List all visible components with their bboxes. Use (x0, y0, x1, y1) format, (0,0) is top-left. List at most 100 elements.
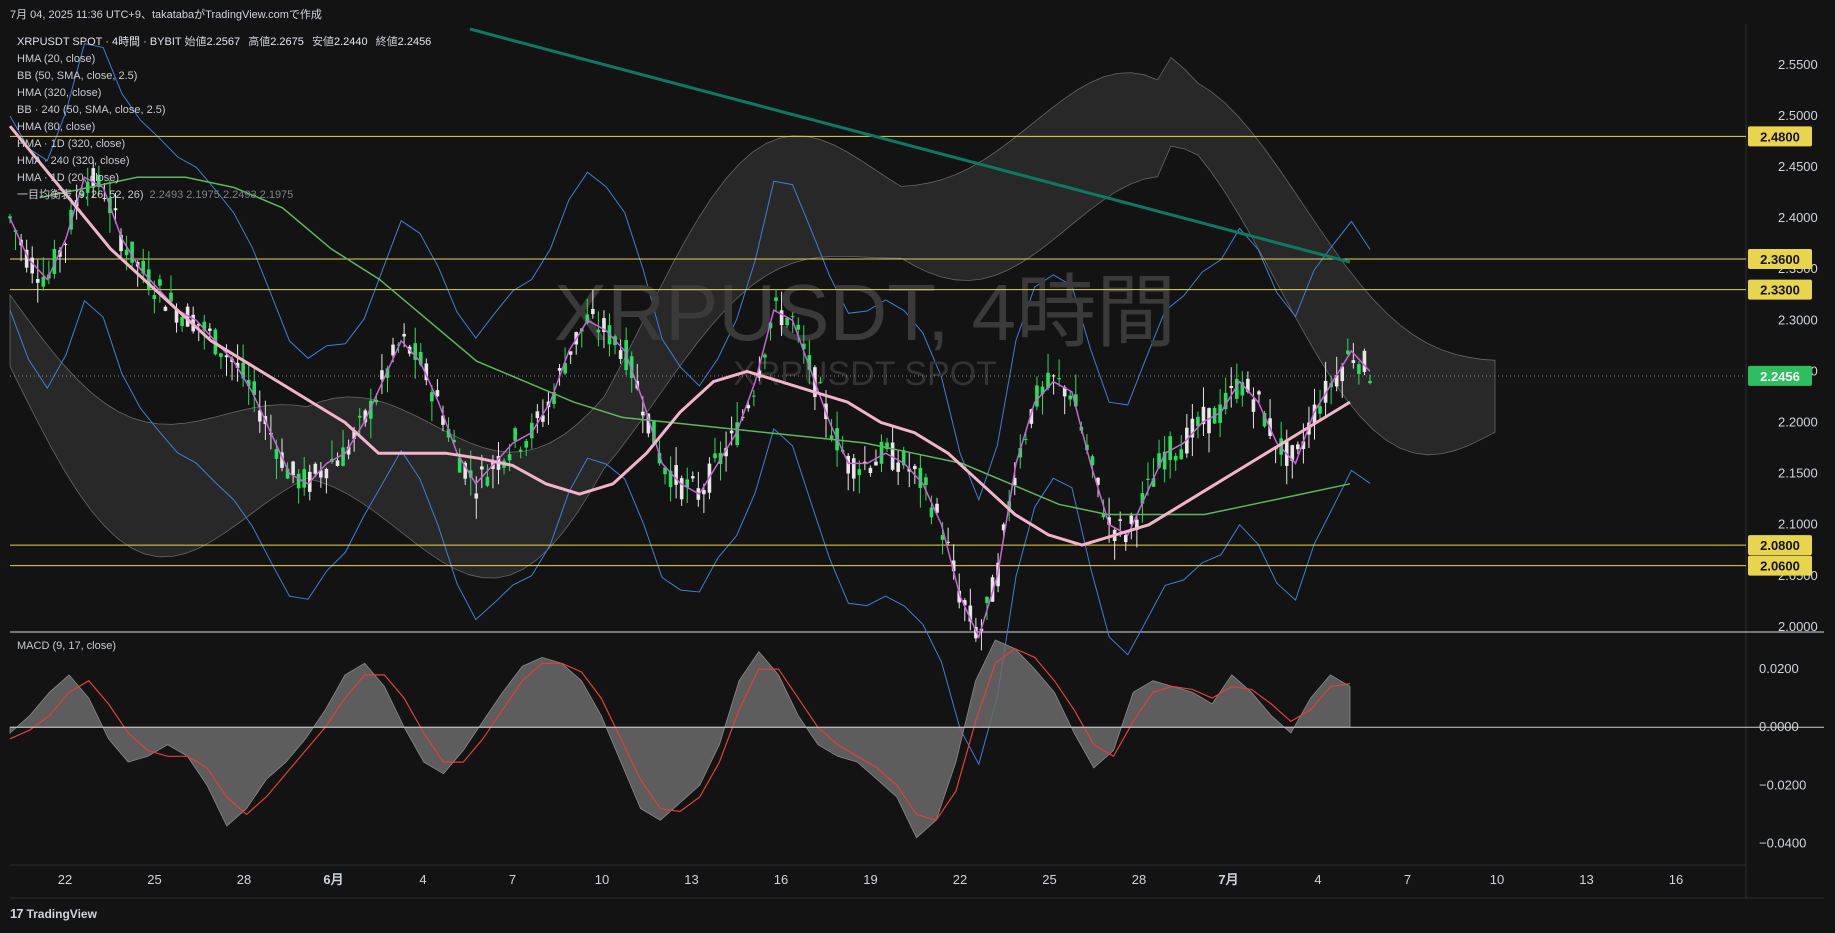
candle-body (702, 489, 706, 495)
candle-body (41, 276, 46, 287)
legend-symbol[interactable]: XRPUSDT SPOT · 4時間 · BYBIT (17, 36, 181, 48)
time-tick-label: 28 (237, 872, 251, 887)
legend-ichimoku-values: 2.2493 2.1975 2.2493 2.1975 (149, 189, 294, 201)
watermark-main: XRPUSDT, 4時間 (554, 268, 1176, 357)
candle-body (374, 399, 379, 403)
legend-indicator-bb240[interactable]: BB · 240 (50, SMA, close, 2.5) (17, 102, 436, 119)
candle-body (557, 368, 562, 371)
level-price-tag-label: 2.3600 (1760, 252, 1800, 267)
watermark-sub: XRPUSDT SPOT (733, 355, 997, 393)
level-price-tag-label: 2.3300 (1760, 283, 1800, 298)
time-tick-label: 22 (58, 872, 72, 887)
time-tick-label: 10 (595, 872, 609, 887)
price-tick-label: 2.3000 (1778, 312, 1818, 327)
candle-body (752, 395, 756, 397)
candle-body (274, 449, 279, 459)
candle-body (357, 415, 362, 418)
candle-body (729, 430, 734, 434)
chart-caption: 7月 04, 2025 11:36 UTC+9、takatabaがTrading… (10, 9, 322, 21)
candle-body (785, 317, 789, 326)
candle-body (296, 473, 301, 489)
time-tick-label: 7月 (1218, 872, 1238, 887)
tradingview-brand: TradingView (26, 906, 97, 921)
price-tick-label: 2.1000 (1778, 517, 1818, 532)
candle-body (518, 449, 523, 452)
candle-body (113, 208, 118, 211)
level-price-tag-label: 2.4800 (1760, 129, 1800, 144)
time-tick-label: 4 (419, 872, 426, 887)
macd-legend[interactable]: MACD (9, 17, close) (17, 640, 116, 652)
legend-indicator-hma80[interactable]: HMA (80, close) (17, 119, 436, 136)
tradingview-footer[interactable]: 17 TradingView (10, 906, 97, 921)
candle-body (480, 466, 484, 470)
time-tick-label: 6月 (323, 872, 343, 887)
price-tick-label: 2.1500 (1778, 466, 1818, 481)
candle-body (1051, 375, 1056, 377)
candle-body (1368, 380, 1372, 384)
candle-body (1068, 395, 1073, 400)
time-tick-label: 7 (1404, 872, 1411, 887)
time-tick-label: 16 (1669, 872, 1683, 887)
candle-body (857, 469, 862, 476)
candle-body (790, 316, 795, 318)
time-tick-label: 10 (1490, 872, 1504, 887)
candle-body (1318, 406, 1322, 414)
legend-symbol-row[interactable]: XRPUSDT SPOT · 4時間 · BYBIT 始値2.2567 高値2.… (17, 34, 436, 51)
time-tick-label: 25 (1042, 872, 1056, 887)
candle-body (596, 329, 601, 333)
candle-body (391, 344, 395, 356)
indicator-legend[interactable]: XRPUSDT SPOT · 4時間 · BYBIT 始値2.2567 高値2.… (17, 34, 436, 204)
time-tick-label: 13 (684, 872, 698, 887)
candle-body (30, 257, 35, 274)
legend-ichimoku-row[interactable]: 一目均衡表 (9, 26, 52, 26) 2.2493 2.1975 2.249… (17, 187, 436, 204)
candle-body (380, 370, 384, 380)
price-tick-label: 2.5500 (1778, 57, 1818, 72)
candle-body (1296, 444, 1300, 450)
candle-body (851, 458, 856, 479)
candle-body (1351, 360, 1356, 363)
candle-body (1146, 478, 1150, 480)
price-tick-label: 2.2000 (1778, 415, 1818, 430)
candle-body (1168, 436, 1172, 460)
price-tick-label: 2.4000 (1778, 210, 1818, 225)
candle-body (341, 447, 345, 466)
price-tick-label: 2.0000 (1778, 619, 1818, 634)
ohlc-high-label: 高値 (248, 36, 271, 48)
legend-indicator-hma1d-320[interactable]: HMA · 1D (320, close) (17, 136, 436, 153)
candle-body (430, 392, 434, 402)
candle-body (485, 476, 490, 486)
candle-body (713, 453, 717, 459)
candle-body (690, 476, 695, 479)
candle-body (1357, 364, 1361, 374)
price-tick-label: 2.5000 (1778, 108, 1818, 123)
time-tick-label: 4 (1314, 872, 1321, 887)
macd-tick-label: 0.0200 (1759, 661, 1799, 676)
candle-body (1196, 416, 1200, 427)
candle-body (779, 310, 784, 326)
legend-indicator-bb50[interactable]: BB (50, SMA, close, 2.5) (17, 68, 436, 85)
candle-body (158, 279, 162, 286)
candle-body (208, 328, 212, 331)
legend-ichimoku[interactable]: 一目均衡表 (9, 26, 52, 26) (17, 189, 144, 201)
time-tick-label: 7 (509, 872, 516, 887)
ohlc-open-label: 始値 (184, 36, 207, 48)
candle-body (591, 308, 595, 315)
candle-body (63, 243, 68, 245)
legend-indicator-hma1d-20[interactable]: HMA · 1D (20, close) (17, 170, 436, 187)
level-price-tag-label: 2.0800 (1760, 538, 1800, 553)
candle-body (1057, 378, 1061, 380)
candle-body (774, 297, 778, 301)
legend-indicator-hma20[interactable]: HMA (20, close) (17, 51, 436, 68)
level-price-tag-label: 2.0600 (1760, 559, 1800, 574)
ohlc-close-value: 2.2456 (397, 36, 432, 48)
candle-body (513, 428, 517, 441)
legend-indicator-hma320[interactable]: HMA (320, close) (17, 85, 436, 102)
candle-body (1173, 455, 1178, 461)
legend-indicator-hma240-320[interactable]: HMA · 240 (320, close) (17, 153, 436, 170)
time-tick-label: 22 (953, 872, 967, 887)
macd-tick-label: −0.0400 (1759, 836, 1806, 851)
candle-body (1257, 391, 1261, 395)
candle-body (763, 354, 767, 358)
candle-body (152, 295, 157, 300)
candle-body (163, 306, 168, 311)
